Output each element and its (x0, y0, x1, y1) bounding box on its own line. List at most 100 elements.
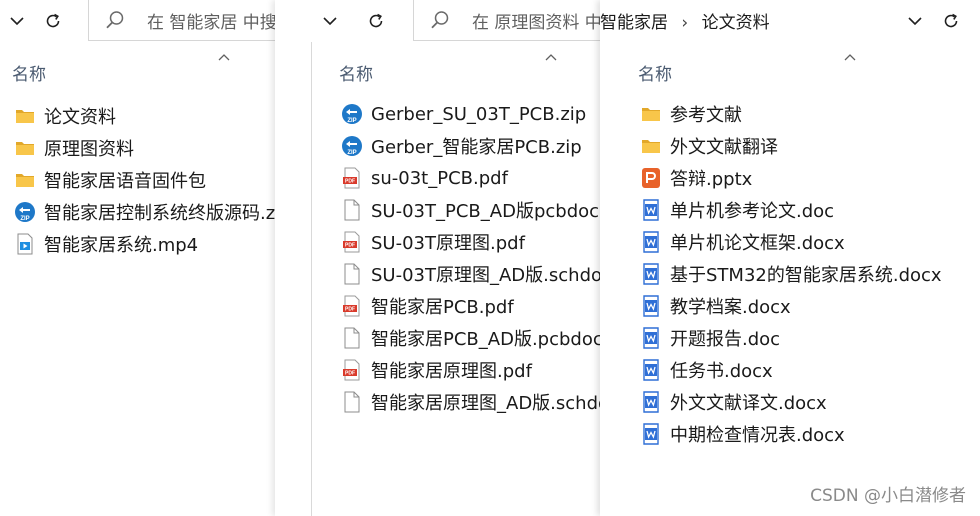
file-name: 智能家居PCB.pdf (371, 297, 514, 318)
refresh-button[interactable] (359, 4, 393, 38)
list-item[interactable]: ZIP Gerber_SU_03T_PCB.zip (341, 98, 600, 130)
list-item[interactable]: SU-03T_PCB_AD版pcbdoc (341, 194, 600, 226)
history-dropdown-button[interactable] (0, 4, 34, 38)
pptx-file-icon (640, 167, 662, 189)
file-name: SU-03T原理图_AD版.schdoc (371, 265, 600, 286)
file-name: 论文资料 (44, 107, 116, 128)
file-name: 外文文献翻译 (670, 137, 778, 158)
file-name: 任务书.docx (670, 361, 773, 382)
history-dropdown-button[interactable] (313, 4, 347, 38)
list-item[interactable]: PDF SU-03T原理图.pdf (341, 226, 600, 258)
list-item[interactable]: ZIP 智能家居控制系统终版源码.zip (14, 196, 275, 228)
svg-text:ZIP: ZIP (347, 150, 356, 156)
svg-text:PDF: PDF (345, 307, 355, 313)
word-doc-icon (640, 231, 662, 253)
file-name: 智能家居原理图.pdf (371, 361, 532, 382)
list-item[interactable]: 智能家居系统.mp4 (14, 228, 275, 260)
file-name: 教学档案.docx (670, 297, 791, 318)
pdf-file-icon: PDF (341, 167, 363, 189)
folder-icon (640, 135, 662, 157)
search-icon (430, 10, 450, 34)
toolbar: 在 智能家居 中搜 (0, 0, 275, 42)
file-name: 中期检查情况表.docx (670, 425, 845, 446)
navigation-pane (275, 0, 312, 516)
list-item[interactable]: SU-03T原理图_AD版.schdoc (341, 258, 600, 290)
sort-ascending-icon (545, 46, 557, 65)
list-item[interactable]: 智能家居语音固件包 (14, 164, 275, 196)
list-item[interactable]: 开题报告.doc (640, 322, 942, 354)
file-name: su-03t_PCB.pdf (371, 167, 508, 189)
blank-file-icon (341, 327, 363, 349)
search-placeholder: 在 智能家居 中搜 (147, 13, 275, 33)
column-header-name[interactable]: 名称 (339, 60, 373, 85)
list-item[interactable]: 智能家居PCB_AD版.pcbdoc (341, 322, 600, 354)
list-item[interactable]: 外文文献译文.docx (640, 386, 942, 418)
refresh-button[interactable] (36, 4, 70, 38)
breadcrumb-item[interactable]: 论文资料 (702, 13, 770, 33)
svg-text:PDF: PDF (345, 371, 355, 377)
file-name: 智能家居原理图_AD版.schdoc (371, 393, 600, 414)
list-item[interactable]: 答辩.pptx (640, 162, 942, 194)
refresh-button[interactable] (934, 4, 968, 38)
video-file-icon (14, 233, 36, 255)
svg-text:ZIP: ZIP (347, 118, 356, 124)
file-name: 开题报告.doc (670, 329, 781, 350)
list-item[interactable]: 任务书.docx (640, 354, 942, 386)
refresh-icon (942, 12, 960, 30)
list-item[interactable]: 参考文献 (640, 98, 942, 130)
file-name: 答辩.pptx (670, 169, 753, 190)
list-item[interactable]: 中期检查情况表.docx (640, 418, 942, 450)
chevron-down-icon (10, 16, 24, 26)
column-header-name[interactable]: 名称 (12, 60, 46, 85)
list-item[interactable]: 原理图资料 (14, 132, 275, 164)
column-header-name[interactable]: 名称 (638, 60, 672, 85)
file-list: ZIP Gerber_SU_03T_PCB.zip ZIP Gerber_智能家居PC… (341, 98, 600, 418)
blank-file-icon (341, 199, 363, 221)
list-item[interactable]: PDF 智能家居原理图.pdf (341, 354, 600, 386)
file-name: 单片机参考论文.doc (670, 201, 835, 222)
list-item[interactable]: 单片机参考论文.doc (640, 194, 942, 226)
word-doc-icon (640, 327, 662, 349)
explorer-window-smart-home: 在 智能家居 中搜 名称 论文资料原理图资料智能家居语音固件包 ZIP 智能家居控制… (0, 0, 275, 516)
search-box[interactable]: 在 智能家居 中搜 (88, 0, 275, 41)
folder-icon (640, 103, 662, 125)
pdf-file-icon: PDF (341, 295, 363, 317)
file-name: Gerber_智能家居PCB.zip (371, 137, 582, 158)
breadcrumb-separator: › (681, 13, 689, 33)
file-name: 智能家居系统.mp4 (44, 235, 199, 256)
list-item[interactable]: 论文资料 (14, 100, 275, 132)
list-item[interactable]: ZIP Gerber_智能家居PCB.zip (341, 130, 600, 162)
zip-archive-icon: ZIP (14, 201, 36, 223)
history-dropdown-button[interactable] (898, 4, 932, 38)
list-item[interactable]: 外文文献翻译 (640, 130, 942, 162)
file-name: 原理图资料 (44, 139, 134, 160)
explorer-window-schematics: 在 原理图资料 中 名称 ZIP Gerber_SU_03T_PCB.zip ZIP… (275, 0, 600, 516)
list-item[interactable]: PDF 智能家居PCB.pdf (341, 290, 600, 322)
file-name: Gerber_SU_03T_PCB.zip (371, 103, 587, 125)
word-doc-icon (640, 359, 662, 381)
search-placeholder: 在 原理图资料 中 (472, 13, 600, 33)
sort-ascending-icon (218, 46, 230, 65)
search-box[interactable]: 在 原理图资料 中 (413, 0, 600, 41)
list-item[interactable]: PDF su-03t_PCB.pdf (341, 162, 600, 194)
toolbar: 智能家居 › 论文资料 (600, 0, 980, 42)
zip-archive-icon: ZIP (341, 135, 363, 157)
word-doc-icon (640, 295, 662, 317)
list-item[interactable]: 智能家居原理图_AD版.schdoc (341, 386, 600, 418)
blank-file-icon (341, 391, 363, 413)
breadcrumb-item[interactable]: 智能家居 (600, 13, 668, 33)
breadcrumb: 智能家居 › 论文资料 (600, 8, 770, 33)
folder-icon (14, 137, 36, 159)
svg-text:PDF: PDF (345, 179, 355, 185)
word-doc-icon (640, 199, 662, 221)
list-item[interactable]: 教学档案.docx (640, 290, 942, 322)
file-name: SU-03T_PCB_AD版pcbdoc (371, 201, 600, 222)
file-name: 智能家居PCB_AD版.pcbdoc (371, 329, 600, 350)
file-list: 论文资料原理图资料智能家居语音固件包 ZIP 智能家居控制系统终版源码.zip 智能家… (14, 100, 275, 260)
list-item[interactable]: 单片机论文框架.docx (640, 226, 942, 258)
zip-archive-icon: ZIP (341, 103, 363, 125)
folder-icon (14, 105, 36, 127)
list-item[interactable]: 基于STM32的智能家居系统.docx (640, 258, 942, 290)
refresh-icon (44, 12, 62, 30)
watermark: CSDN @小白潜修者 (810, 486, 966, 506)
